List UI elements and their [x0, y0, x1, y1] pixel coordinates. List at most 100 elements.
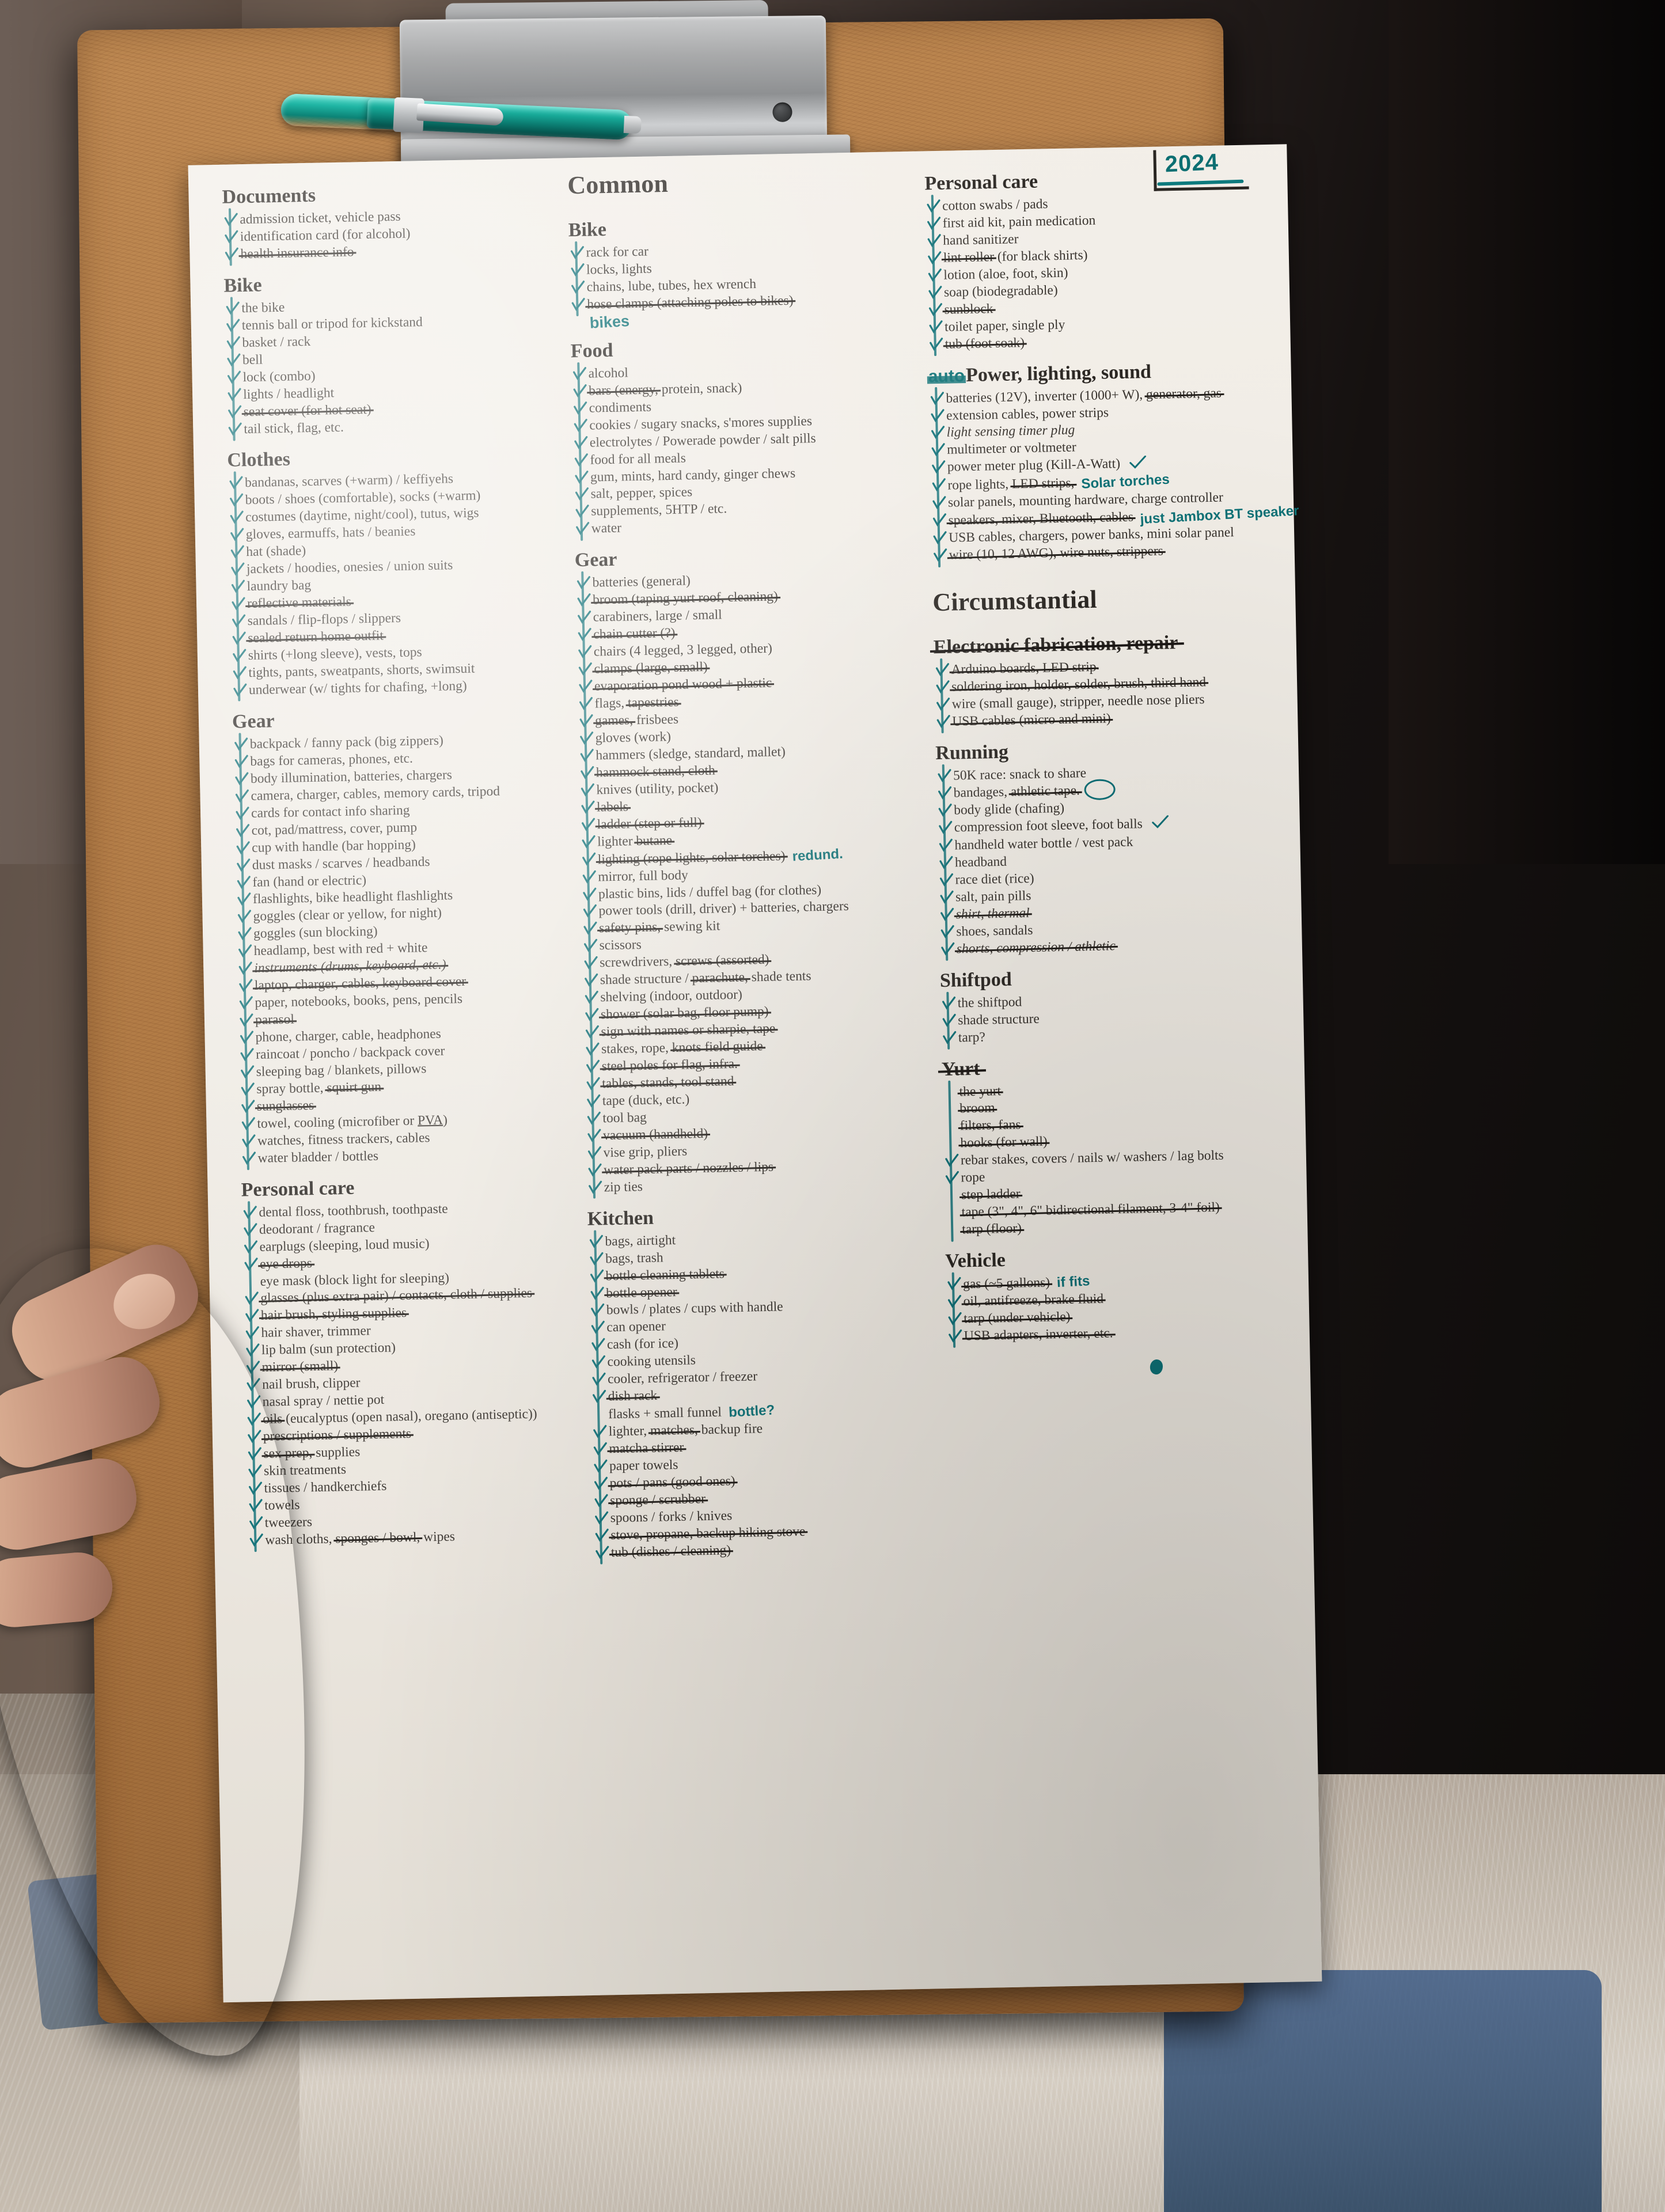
section-personal-care: Personal care dental floss, toothbrush, t… [241, 1164, 594, 1552]
list-item-label: shoes, sandals [956, 922, 1033, 940]
section-items: the bike tennis ball or tripod for kickst… [224, 294, 572, 438]
handwritten-annotation: auto [928, 366, 965, 386]
section-heading: Bike [223, 274, 263, 297]
list-item-label: the yurt [959, 1083, 1001, 1101]
list-item-label: hat (shade) [246, 543, 306, 560]
section-items: alcohol bars (energy, protein, snack) cond… [571, 359, 931, 538]
list-item-label: step ladder [961, 1186, 1021, 1205]
pen-tip [623, 115, 642, 134]
list-item-label: oil, antifreeze, brake fluid [963, 1291, 1103, 1311]
list-item-label: hammock stand, cloth [596, 762, 715, 782]
list-item-label: reflective materials [247, 594, 351, 613]
list-item-label: parasol [255, 1012, 294, 1029]
section-items: bags, airtight bags, trash bottle cleaning… [587, 1227, 951, 1562]
handwritten-annotation: bottle? [728, 1402, 775, 1421]
list-item-label: paper towels [609, 1457, 678, 1474]
list-item-label: lighter butane [597, 832, 673, 850]
list-item-label: can opener [606, 1319, 666, 1335]
section-items: 50K race: snack to share bandages, athlet… [936, 762, 1283, 959]
section-food: Food alcohol bars (energy, protein, snack)… [570, 324, 931, 541]
section-items: rack for car locks, lights chains, lube, t… [568, 238, 927, 314]
section-heading: Documents [222, 184, 316, 208]
list-item-label: hooks (for wall) [960, 1134, 1048, 1153]
list-item-label: zip ties [604, 1179, 643, 1195]
list-item-label: batteries (general) [592, 573, 691, 590]
section-items: batteries (general) broom (taping yurt ro… [575, 569, 944, 1197]
list-item-label: headband [954, 854, 1007, 870]
section-heading: Yurt [941, 1058, 980, 1080]
section-heading: Gear [574, 549, 617, 571]
list-item-label: sealed return home outfit [248, 628, 384, 647]
list-item-label: sponge / scrubber [610, 1491, 706, 1510]
list-columns: Documents admission ticket, vehicle pass i… [208, 157, 1302, 1986]
dark-background-right [1389, 0, 1665, 864]
list-item-label: salt, pepper, spices [590, 484, 693, 502]
list-item-label: supplements, 5HTP / etc. [590, 501, 727, 520]
list-item-label: bottle opener [606, 1283, 677, 1302]
section-vehicle: Vehicle gas (~5 gallons) if fits oil, antif… [945, 1235, 1290, 1348]
list-item-label: lights / headlight [242, 385, 335, 402]
handwritten-annotation: Solar torches [1080, 472, 1170, 493]
list-item-label: hand sanitizer [943, 232, 1019, 248]
section-heading: Bike [568, 218, 607, 241]
list-item-label: compression foot sleeve, foot balls [954, 816, 1143, 835]
list-item-label: tables, stands, tool stand [602, 1073, 734, 1093]
list-item-label: bottle cleaning tablets [605, 1266, 725, 1285]
list-item-label: lip balm (sun protection) [261, 1340, 396, 1358]
list-item-label: flasks + small funnel [608, 1404, 722, 1422]
list-item-label: tool bag [602, 1109, 647, 1126]
list-item-label: safety pins, sewing kit [599, 918, 720, 938]
column-three: Personal care cotton swabs / pads first ai… [924, 157, 1302, 1972]
list-item-label: underwear (w/ tights for chafing, +long) [248, 678, 467, 698]
list-item-label: broom [959, 1100, 995, 1118]
section-heading: Shiftpod [939, 968, 1012, 991]
list-item-label: locks, lights [586, 261, 652, 278]
section-shiftpod: Shiftpod the shiftpod shade structure tarp? [939, 954, 1284, 1050]
section-documents: Documents admission ticket, vehicle pass i… [222, 171, 569, 266]
list-item-label: hair shaver, trimmer [261, 1323, 371, 1341]
section-kitchen: Kitchen bags, airtight bags, trash bottle c… [587, 1192, 951, 1565]
column-two-title: Common [567, 169, 669, 200]
ring-finger [0, 1452, 143, 1556]
list-item-label: vacuum (handheld) [603, 1126, 708, 1145]
list-item-label: carabiners, large / small [593, 607, 722, 625]
section-items: Arduino boards, LED strip soldering iron,… [934, 656, 1278, 731]
section-items: admission ticket, vehicle pass identifica… [222, 205, 569, 263]
list-item-label: flags, tapestries [594, 694, 680, 711]
column-two: Common Bike rack for car locks, lights chai… [567, 164, 959, 1979]
list-item-label: lint roller (for black shirts) [943, 247, 1088, 267]
list-item-label: nasal spray / nettie pot [262, 1392, 385, 1410]
list-item-label: filters, fans [960, 1117, 1021, 1135]
list-item-label: fan (hand or electric) [252, 872, 367, 890]
list-item-label: knives (utility, pocket) [596, 780, 719, 798]
section-items: cotton swabs / pads first aid kit, pain m… [925, 192, 1271, 354]
list-item-label: tail stick, flag, etc. [244, 419, 344, 437]
list-item-label: vise grip, pliers [603, 1143, 688, 1161]
list-item-label: body glide (chafing) [954, 800, 1065, 818]
list-item-label: chain cutter (?) [593, 625, 676, 644]
list-item-label: clamps (large, small) [594, 659, 708, 679]
section-running: Running 50K race: snack to share bandages,… [935, 727, 1283, 961]
list-item-label: gas (~5 gallons) [963, 1275, 1050, 1294]
list-item-label: lock (combo) [242, 368, 316, 385]
list-item-label: dish rack [608, 1388, 657, 1406]
list-item-label: shirt, thermal [955, 905, 1030, 923]
handwritten-checkmark [1151, 815, 1169, 834]
list-item-label: the bike [241, 300, 285, 316]
list-item-label: spoons / forks / knives [610, 1508, 733, 1526]
list-item-label: shade structure [958, 1011, 1040, 1028]
list-item-label: spray bottle, squirt gun [256, 1079, 382, 1097]
list-item-label: wash cloths, sponges / bowl, wipes [265, 1529, 456, 1548]
list-item-label: steel poles for flag, infra. [601, 1056, 738, 1075]
list-item-label: rope lights, LED strips, [947, 475, 1075, 494]
list-item-label: laundry bag [246, 578, 312, 594]
handwritten-annotation: redund. [791, 846, 844, 865]
list-item-label: nail brush, clipper [261, 1375, 361, 1393]
list-item-label: ladder (step or full) [597, 815, 702, 834]
list-item-label: tarp (under vehicle) [964, 1309, 1071, 1328]
list-item-label: toilet paper, single ply [944, 317, 1065, 335]
list-item-label: prescriptions / supplements [263, 1426, 412, 1446]
list-item-label: condiments [589, 399, 652, 416]
list-item-label: labels [597, 798, 628, 816]
list-item-label: rack for car [586, 244, 649, 260]
